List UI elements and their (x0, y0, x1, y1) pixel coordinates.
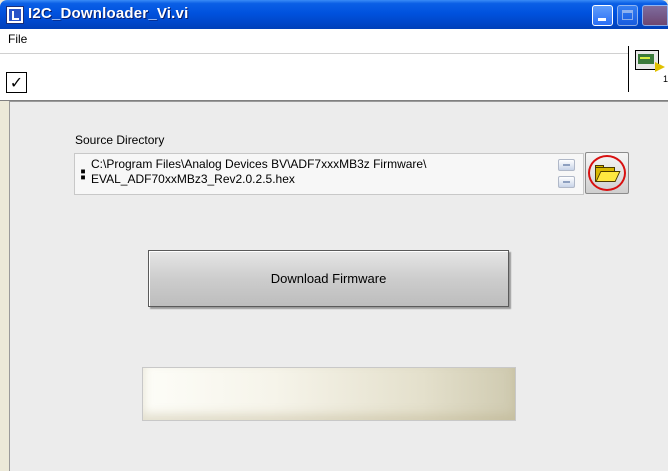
download-firmware-label: Download Firmware (270, 271, 387, 286)
minimize-button[interactable] (592, 5, 613, 26)
menu-item-file[interactable]: File (8, 32, 27, 46)
highlight-circle (588, 155, 626, 191)
path-scroll-down-button[interactable] (558, 176, 575, 188)
vi-arrow-icon (655, 62, 665, 72)
download-firmware-button[interactable]: Download Firmware (148, 250, 509, 307)
source-directory-path-value[interactable]: C:\Program Files\Analog Devices BV\ADF7x… (91, 157, 546, 187)
window-title: I2C_Downloader_Vi.vi (28, 5, 189, 22)
source-directory-path-input[interactable]: ▪ ▪ C:\Program Files\Analog Devices BV\AD… (74, 153, 584, 195)
application-window: I2C_Downloader_Vi.vi File ✓ 1 Source Dir… (0, 0, 668, 471)
menu-bar: File (0, 29, 668, 68)
source-directory-label: Source Directory (75, 133, 165, 147)
labview-app-icon[interactable] (6, 6, 24, 24)
browse-folder-button[interactable] (585, 152, 629, 194)
run-status-checkbox[interactable]: ✓ (6, 72, 27, 93)
vi-icon-number: 1 (663, 74, 668, 84)
download-progress-bar (142, 367, 516, 421)
close-button[interactable] (642, 5, 668, 26)
maximize-button[interactable] (617, 5, 638, 26)
menu-divider (0, 53, 628, 54)
path-type-icon: ▪ ▪ (80, 166, 87, 183)
vi-connector-icon[interactable]: 1 (628, 46, 668, 92)
path-scroll-up-button[interactable] (558, 159, 575, 171)
toolbar (0, 67, 668, 101)
title-bar[interactable]: I2C_Downloader_Vi.vi (0, 0, 668, 29)
